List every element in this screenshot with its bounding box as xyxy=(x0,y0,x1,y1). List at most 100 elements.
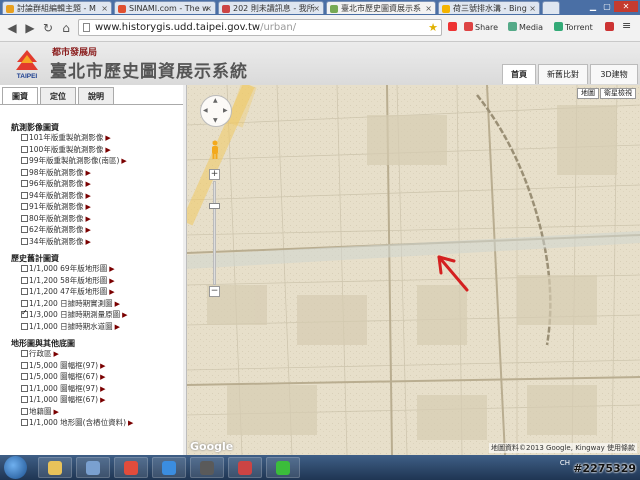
layer-item[interactable]: 行政區 ▶ xyxy=(21,349,59,359)
close-icon[interactable]: × xyxy=(205,2,212,14)
new-tab-button[interactable] xyxy=(542,1,560,14)
taskbar-app-chrome-spiral[interactable] xyxy=(114,457,148,478)
forward-arrow-icon[interactable]: ▶ xyxy=(22,20,38,36)
menu-icon[interactable]: ≡ xyxy=(622,19,631,32)
taskbar-app-internet-explorer[interactable] xyxy=(152,457,186,478)
expand-arrow-icon[interactable]: ▶ xyxy=(115,300,120,308)
expand-arrow-icon[interactable]: ▶ xyxy=(109,288,114,296)
layer-item[interactable]: 101年版重製航測影像 ▶ xyxy=(21,133,111,143)
torrent-extension[interactable]: Torrent xyxy=(554,22,593,32)
layer-item[interactable]: 96年版航測影像 ▶ xyxy=(21,179,91,189)
close-icon[interactable]: × xyxy=(529,2,536,14)
expand-arrow-icon[interactable]: ▶ xyxy=(122,311,127,319)
layer-item[interactable]: 1/5,000 圖幅框(97) ▶ xyxy=(21,361,105,371)
layer-checkbox[interactable] xyxy=(21,322,28,330)
close-icon[interactable]: × xyxy=(101,2,108,14)
expand-arrow-icon[interactable]: ▶ xyxy=(86,180,91,188)
home-icon[interactable]: ⌂ xyxy=(58,20,74,36)
layer-checkbox[interactable] xyxy=(21,288,28,295)
layer-checkbox[interactable] xyxy=(21,407,28,415)
map-type-satellite-button[interactable]: 衛星檢視 xyxy=(600,88,636,99)
expand-arrow-icon[interactable]: ▶ xyxy=(121,157,126,165)
browser-tab[interactable]: 荷三號排水溝 - Bing × xyxy=(438,1,540,14)
layer-item[interactable]: 1/1,000 圖幅框(97) ▶ xyxy=(21,384,105,394)
media-extension[interactable]: Media xyxy=(508,22,543,32)
expand-arrow-icon[interactable]: ▶ xyxy=(109,277,114,285)
zoom-in-button[interactable]: + xyxy=(209,169,220,180)
layer-checkbox[interactable] xyxy=(21,191,28,199)
pan-left-icon[interactable]: ◀ xyxy=(203,107,208,114)
map-canvas[interactable]: 地圖 衛星檢視 ▲ ◀ ▶ ▼ + − Google 地圖資料©2013 Goog… xyxy=(187,85,640,455)
tab-locate[interactable]: 定位 xyxy=(40,87,76,104)
close-icon[interactable]: × xyxy=(313,2,320,14)
layer-item[interactable]: 1/3,000 日據時期測量原圖▶ xyxy=(21,308,128,320)
address-bar[interactable]: www.historygis.udd.taipei.gov.tw/urban/ … xyxy=(78,19,442,36)
layer-checkbox[interactable] xyxy=(21,299,28,307)
pan-down-icon[interactable]: ▼ xyxy=(213,117,218,124)
extension-flag-icon[interactable] xyxy=(448,22,459,32)
expand-arrow-icon[interactable]: ▶ xyxy=(100,396,105,404)
layer-checkbox[interactable] xyxy=(21,384,28,392)
layer-checkbox[interactable] xyxy=(21,180,28,187)
layer-checkbox[interactable] xyxy=(21,373,28,380)
layer-item[interactable]: 34年版航測影像 ▶ xyxy=(21,237,91,247)
zoom-out-button[interactable]: − xyxy=(209,286,220,297)
back-arrow-icon[interactable]: ◀ xyxy=(4,20,20,36)
pegman-icon[interactable] xyxy=(210,140,220,160)
layer-item[interactable]: 62年版航測影像 ▶ xyxy=(21,225,91,235)
expand-arrow-icon[interactable]: ▶ xyxy=(105,134,110,142)
taskbar-app-line[interactable] xyxy=(266,457,300,478)
layer-checkbox[interactable] xyxy=(21,396,28,403)
layer-checkbox[interactable] xyxy=(21,134,28,141)
layer-checkbox[interactable] xyxy=(21,265,28,272)
browser-tab[interactable]: SINAMI.com - The w × xyxy=(114,1,216,14)
expand-arrow-icon[interactable]: ▶ xyxy=(86,203,91,211)
expand-arrow-icon[interactable]: ▶ xyxy=(86,226,91,234)
layer-checkbox[interactable] xyxy=(21,145,28,153)
layer-item[interactable]: 1/1,000 日據時期水道圖 ▶ xyxy=(21,322,120,332)
tab-help[interactable]: 說明 xyxy=(78,87,114,104)
layer-item[interactable]: 99年版重製航測影像(南區) ▶ xyxy=(21,156,127,166)
expand-arrow-icon[interactable]: ▶ xyxy=(86,238,91,246)
layer-checkbox[interactable] xyxy=(21,361,28,369)
browser-tab[interactable]: 202 則未讀訊息 - 我所 × xyxy=(218,1,324,14)
taskbar-app-network[interactable] xyxy=(76,457,110,478)
expand-arrow-icon[interactable]: ▶ xyxy=(54,350,59,358)
close-icon[interactable]: × xyxy=(425,2,432,14)
layer-checkbox[interactable] xyxy=(21,157,28,164)
layer-checkbox[interactable] xyxy=(21,419,28,426)
browser-tab[interactable]: 討論群組編輯主題 - M × xyxy=(2,1,112,14)
layer-item[interactable]: 1/1,200 58年版地形圖 ▶ xyxy=(21,276,115,286)
layer-item[interactable]: 80年版航測影像 ▶ xyxy=(21,214,91,224)
expand-arrow-icon[interactable]: ▶ xyxy=(115,323,120,331)
system-tray[interactable]: CH xyxy=(560,459,570,467)
bookmark-star-icon[interactable]: ★ xyxy=(428,20,438,35)
expand-arrow-icon[interactable]: ▶ xyxy=(54,408,59,416)
pan-up-icon[interactable]: ▲ xyxy=(213,97,218,104)
layer-checkbox[interactable] xyxy=(21,237,28,245)
minimize-icon[interactable]: ▁ xyxy=(586,1,600,12)
expand-arrow-icon[interactable]: ▶ xyxy=(105,146,110,154)
layer-item[interactable]: 1/1,200 47年版地形圖 ▶ xyxy=(21,287,115,297)
reload-icon[interactable]: ↻ xyxy=(40,20,56,36)
layer-item[interactable]: 1/5,000 圖幅框(67) ▶ xyxy=(21,372,105,382)
layer-item[interactable]: 91年版航測影像 ▶ xyxy=(21,202,91,212)
expand-arrow-icon[interactable]: ▶ xyxy=(100,373,105,381)
start-button[interactable] xyxy=(4,456,27,479)
layer-checkbox[interactable] xyxy=(21,226,28,233)
zoom-slider-thumb[interactable] xyxy=(209,203,220,209)
layer-checkbox[interactable] xyxy=(21,350,28,357)
layer-item[interactable]: 100年版重製航測影像 ▶ xyxy=(21,145,111,155)
zoom-slider-track[interactable] xyxy=(213,181,216,285)
maximize-icon[interactable]: ▢ xyxy=(600,1,614,12)
layer-checkbox[interactable] xyxy=(21,168,28,176)
taskbar-app-world-of-tanks[interactable] xyxy=(190,457,224,478)
expand-arrow-icon[interactable]: ▶ xyxy=(86,215,91,223)
nav-tab-3d-buildings[interactable]: 3D建物 xyxy=(590,64,638,84)
layer-checkbox[interactable] xyxy=(21,214,28,222)
expand-arrow-icon[interactable]: ▶ xyxy=(128,419,133,427)
pan-control[interactable]: ▲ ◀ ▶ ▼ xyxy=(200,95,232,127)
layer-checkbox[interactable] xyxy=(21,276,28,284)
map-type-map-button[interactable]: 地圖 xyxy=(577,88,599,99)
window-close-icon[interactable]: ✕ xyxy=(614,1,638,12)
